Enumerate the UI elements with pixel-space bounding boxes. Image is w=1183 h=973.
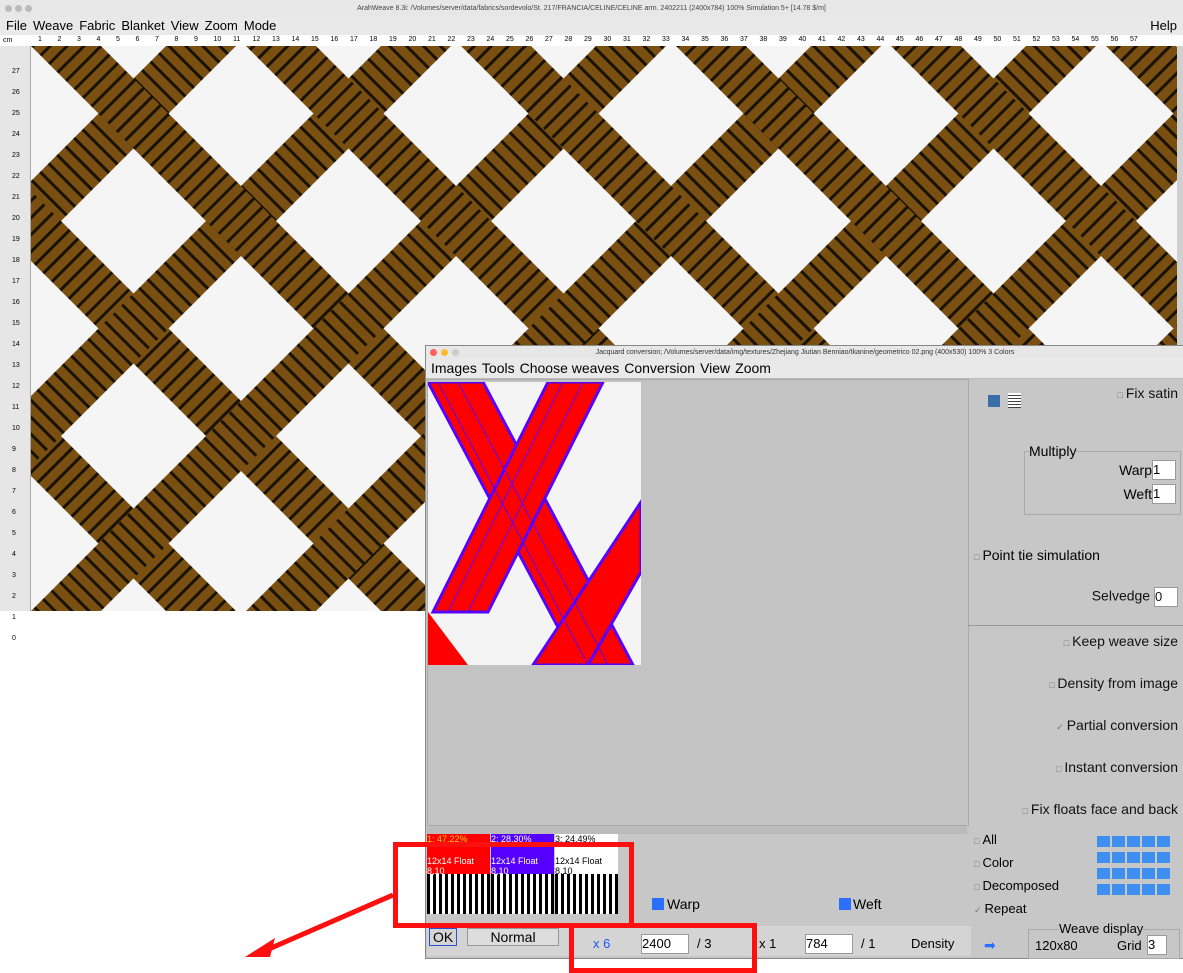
annotation-arrow-line bbox=[254, 892, 394, 957]
annotation-arrow bbox=[245, 892, 394, 957]
annotation-arrow-head bbox=[245, 938, 275, 957]
